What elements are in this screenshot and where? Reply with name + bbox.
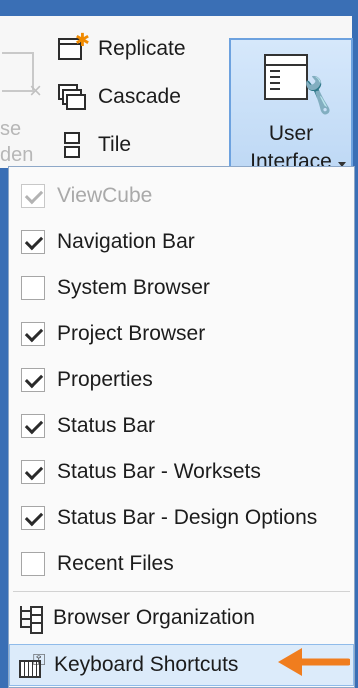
navigation-bar-label: Navigation Bar: [57, 230, 195, 253]
status-bar-design-options-label: Status Bar - Design Options: [57, 506, 318, 529]
tile-icon: [56, 130, 90, 160]
close-hidden-icon: [2, 52, 42, 104]
navigation-bar-checkbox[interactable]: [21, 230, 45, 254]
replicate-button[interactable]: ✱ Replicate: [56, 30, 186, 64]
status-bar-worksets-label: Status Bar - Worksets: [57, 460, 261, 483]
user-interface-icon: 🔧: [262, 52, 342, 117]
menu-item-browser-organization[interactable]: Browser Organization: [9, 597, 354, 639]
user-interface-button[interactable]: 🔧 User Interface: [229, 38, 353, 184]
status-bar-design-options-checkbox[interactable]: [21, 506, 45, 530]
keyboard-shortcuts-icon: [18, 651, 46, 679]
close-hidden-label-line1: se: [0, 118, 22, 140]
browser-organization-icon: [17, 604, 45, 634]
viewcube-checkbox: [21, 184, 45, 208]
close-hidden-label-line2: den: [0, 144, 34, 166]
project-browser-label: Project Browser: [57, 322, 206, 345]
properties-label: Properties: [57, 368, 153, 391]
system-browser-checkbox[interactable]: [21, 276, 45, 300]
menu-item-navigation-bar[interactable]: Navigation Bar: [9, 221, 354, 263]
menu-item-system-browser[interactable]: System Browser: [9, 267, 354, 309]
menu-item-properties[interactable]: Properties: [9, 359, 354, 401]
ribbon-panel: se den ✱ Replicate Cascade Tile 🔧 User I…: [0, 0, 358, 184]
system-browser-label: System Browser: [57, 276, 210, 299]
project-browser-checkbox[interactable]: [21, 322, 45, 346]
menu-item-status-bar[interactable]: Status Bar: [9, 405, 354, 447]
menu-item-recent-files[interactable]: Recent Files: [9, 543, 354, 585]
menu-item-project-browser[interactable]: Project Browser: [9, 313, 354, 355]
browser-organization-label: Browser Organization: [53, 606, 255, 629]
cascade-label: Cascade: [98, 85, 181, 108]
menu-item-status-bar-worksets[interactable]: Status Bar - Worksets: [9, 451, 354, 493]
viewcube-label: ViewCube: [57, 184, 153, 207]
cascade-icon: [56, 82, 90, 112]
recent-files-checkbox[interactable]: [21, 552, 45, 576]
cascade-button[interactable]: Cascade: [56, 82, 181, 112]
callout-arrow-icon: [278, 648, 350, 676]
status-bar-label: Status Bar: [57, 414, 156, 437]
tile-button[interactable]: Tile: [56, 130, 131, 160]
status-bar-worksets-checkbox[interactable]: [21, 460, 45, 484]
keyboard-shortcuts-label: Keyboard Shortcuts: [54, 653, 239, 676]
recent-files-label: Recent Files: [57, 552, 174, 575]
menu-item-viewcube: ViewCube: [9, 175, 354, 217]
tile-label: Tile: [98, 133, 132, 156]
menu-separator: [13, 591, 350, 592]
replicate-icon: ✱: [56, 30, 90, 64]
close-hidden-button[interactable]: se den: [0, 34, 44, 166]
user-interface-dropdown-menu: ViewCube Navigation Bar System Browser P…: [8, 166, 355, 688]
properties-checkbox[interactable]: [21, 368, 45, 392]
menu-item-status-bar-design-options[interactable]: Status Bar - Design Options: [9, 497, 354, 539]
replicate-label: Replicate: [98, 37, 186, 60]
user-interface-label-line1: User: [268, 122, 314, 145]
status-bar-checkbox[interactable]: [21, 414, 45, 438]
